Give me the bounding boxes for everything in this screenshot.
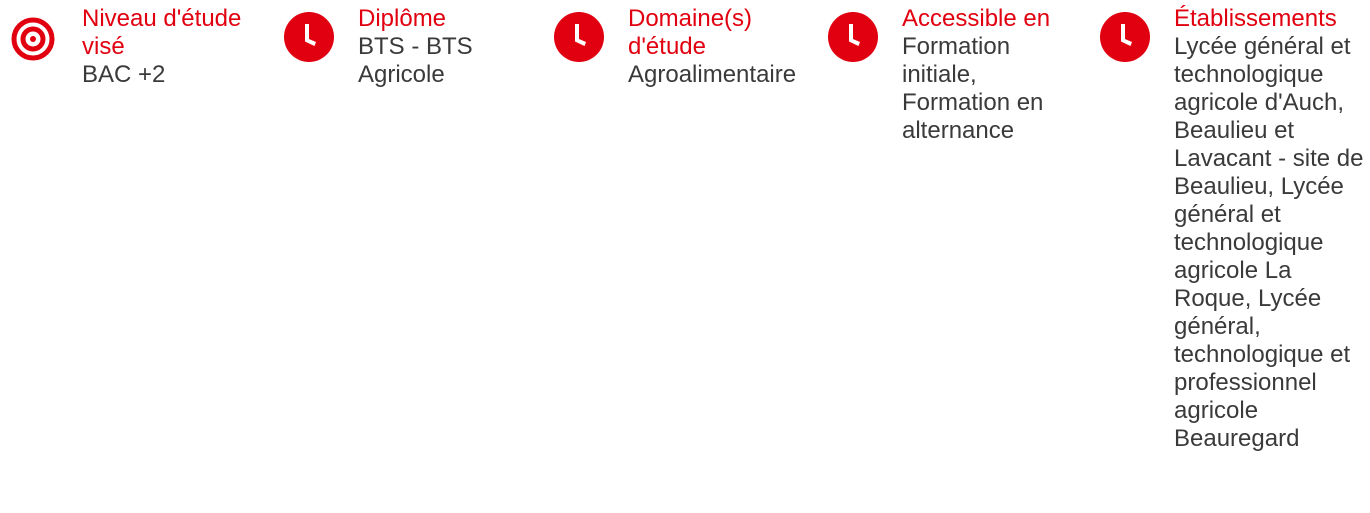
target-icon: [8, 14, 58, 64]
info-item-diplome: Diplôme BTS - BTS Agricole: [284, 0, 544, 513]
info-item-niveau: Niveau d'étude visé BAC +2: [8, 0, 270, 513]
label-etablissements: Établissements: [1174, 5, 1337, 32]
value-etablissements: Lycée général et technologique agricole …: [1174, 33, 1364, 452]
clock-icon: [284, 12, 334, 62]
clock-icon: [1100, 12, 1150, 62]
clock-icon: [828, 12, 878, 62]
value-domaine: Agroalimentaire: [628, 61, 797, 88]
label-accessible: Accessible en: [902, 5, 1051, 32]
value-diplome: BTS - BTS Agricole: [358, 33, 473, 88]
label-domaine: Domaine(s) d'étude: [628, 5, 753, 60]
value-accessible: Formation initiale, Formation en alterna…: [902, 33, 1044, 144]
info-item-etablissements: Établissements Lycée général et technolo…: [1100, 0, 1370, 513]
label-niveau: Niveau d'étude visé: [82, 5, 242, 60]
info-item-accessible: Accessible en Formation initiale, Format…: [828, 0, 1090, 513]
info-item-domaine: Domaine(s) d'étude Agroalimentaire: [554, 0, 824, 513]
value-niveau: BAC +2: [82, 61, 166, 88]
clock-icon: [554, 12, 604, 62]
label-diplome: Diplôme: [358, 5, 447, 32]
